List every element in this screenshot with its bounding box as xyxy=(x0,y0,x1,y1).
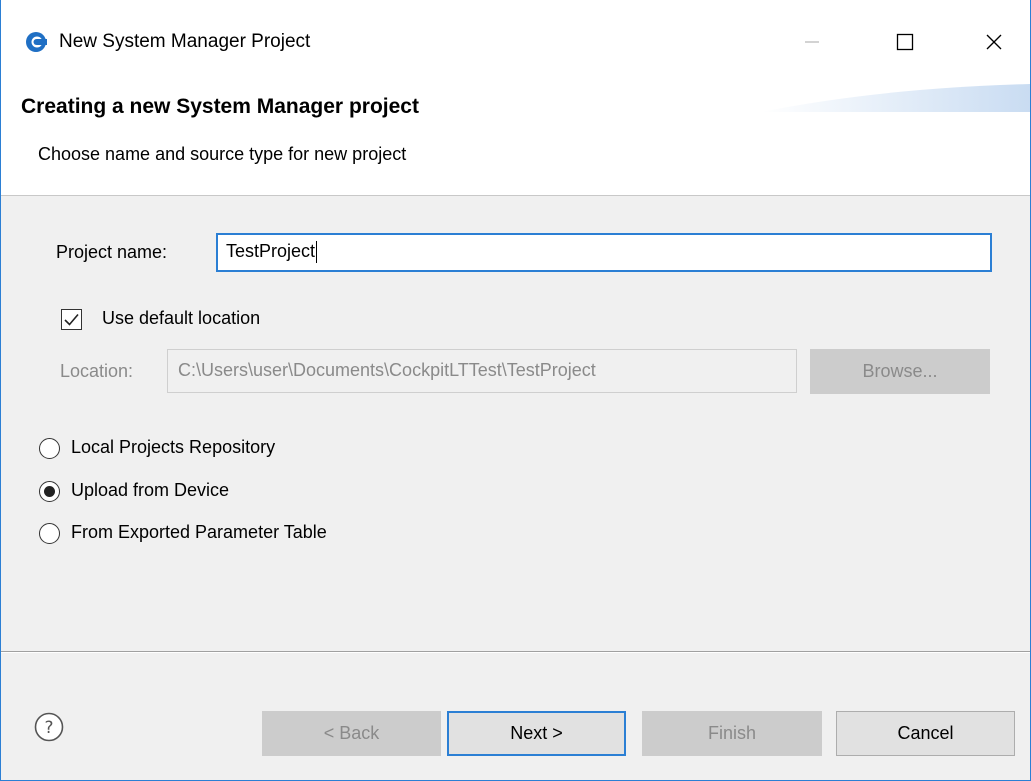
title-bar[interactable]: New System Manager Project xyxy=(1,0,1030,84)
cancel-button[interactable]: Cancel xyxy=(836,711,1015,756)
radio-selected-dot xyxy=(44,486,55,497)
next-button[interactable]: Next > xyxy=(447,711,626,756)
maximize-button[interactable] xyxy=(880,19,930,65)
eclipse-cockpit-icon xyxy=(26,32,47,52)
finish-button-label: Finish xyxy=(707,723,756,743)
next-button-label: Next > xyxy=(510,723,563,743)
minimize-button[interactable] xyxy=(787,19,837,65)
radio-label-local-projects-repository[interactable]: Local Projects Repository xyxy=(71,437,275,458)
project-name-input[interactable]: TestProject xyxy=(216,233,992,272)
back-button-label: < Back xyxy=(323,723,380,743)
wizard-header: Creating a new System Manager project Ch… xyxy=(1,84,1030,196)
minimize-icon xyxy=(805,41,819,43)
help-icon[interactable]: ? xyxy=(34,712,64,742)
window-title: New System Manager Project xyxy=(59,31,311,52)
back-button: < Back xyxy=(262,711,441,756)
project-name-value: TestProject xyxy=(226,241,316,261)
browse-button-label: Browse... xyxy=(862,361,938,381)
header-banner-graphic xyxy=(761,84,1030,112)
use-default-location-checkbox[interactable] xyxy=(61,309,82,330)
page-subtitle: Choose name and source type for new proj… xyxy=(38,144,407,164)
maximize-icon xyxy=(896,33,914,51)
footer-separator xyxy=(1,651,1030,653)
cancel-button-label: Cancel xyxy=(897,723,954,743)
radio-from-exported-parameter-table[interactable] xyxy=(39,523,60,544)
dialog-window: New System Manager Project Creating a ne… xyxy=(0,0,1031,781)
finish-button: Finish xyxy=(642,711,822,756)
checkmark-icon xyxy=(64,313,79,326)
text-caret xyxy=(316,241,318,264)
close-button[interactable] xyxy=(969,19,1019,65)
radio-label-upload-from-device[interactable]: Upload from Device xyxy=(71,480,229,501)
radio-label-from-exported-parameter-table[interactable]: From Exported Parameter Table xyxy=(71,522,327,543)
project-name-label: Project name: xyxy=(56,242,168,262)
svg-text:?: ? xyxy=(44,718,53,738)
location-label: Location: xyxy=(60,361,134,381)
radio-upload-from-device[interactable] xyxy=(39,481,60,502)
browse-button: Browse... xyxy=(810,349,990,394)
location-input: C:\Users\user\Documents\CockpitLTTest\Te… xyxy=(167,349,797,393)
radio-local-projects-repository[interactable] xyxy=(39,438,60,459)
use-default-location-label[interactable]: Use default location xyxy=(102,308,260,329)
close-icon xyxy=(986,34,1002,50)
page-title: Creating a new System Manager project xyxy=(21,95,419,118)
